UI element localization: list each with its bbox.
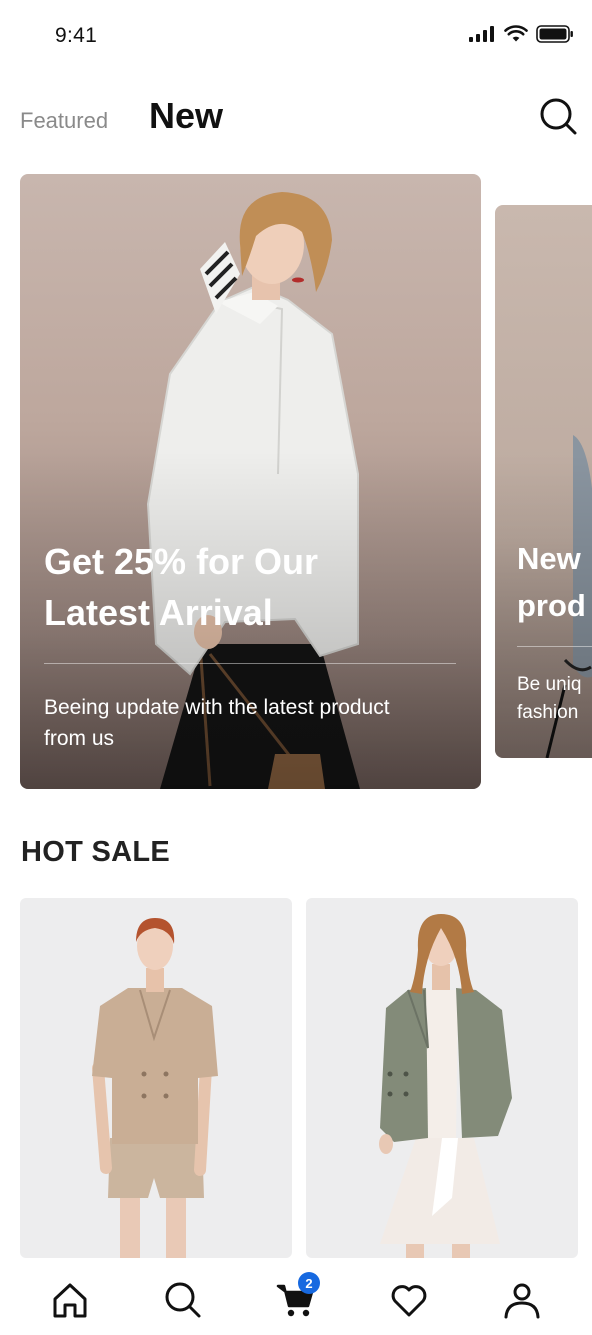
- banner-title-line: Latest Arrival: [44, 592, 273, 633]
- tab-favorites[interactable]: [387, 1278, 431, 1322]
- product-photo: [379, 914, 512, 1258]
- banner-card[interactable]: New prod Be uniq fashion: [495, 205, 592, 758]
- status-icons: [468, 25, 574, 43]
- tab-home[interactable]: [48, 1278, 92, 1322]
- product-photo: [92, 918, 218, 1258]
- banner-subtitle-line: Beeing update with the latest product: [44, 696, 390, 719]
- signal-icon: [469, 26, 494, 42]
- tab-new[interactable]: New: [149, 95, 223, 137]
- tab-profile[interactable]: [500, 1278, 544, 1322]
- product-card[interactable]: [306, 898, 578, 1258]
- banner-title-line: prod: [517, 588, 586, 623]
- search-icon[interactable]: [538, 96, 578, 136]
- product-grid: [0, 898, 592, 1258]
- heart-icon: [391, 1285, 427, 1317]
- product-card[interactable]: [20, 898, 292, 1258]
- banner-divider: [44, 663, 456, 664]
- cart-badge: 2: [298, 1272, 320, 1294]
- banner-subtitle-line: from us: [44, 727, 115, 750]
- banner-title-line: Get 25% for Our: [44, 541, 319, 582]
- battery-icon: [536, 25, 573, 43]
- status-time: 9:41: [55, 24, 98, 47]
- banner-subtitle-line: fashion: [517, 702, 579, 723]
- banner-carousel[interactable]: Get 25% for Our Latest Arrival Beeing up…: [0, 174, 592, 790]
- banner-subtitle: Be uniq fashion: [517, 671, 592, 727]
- banner-title-line: New: [517, 541, 581, 576]
- banner-subtitle-line: Be uniq: [517, 674, 582, 695]
- status-bar: 9:41: [0, 0, 592, 70]
- header: Featured New: [0, 88, 592, 148]
- tab-cart[interactable]: 2: [274, 1272, 320, 1322]
- tab-featured[interactable]: Featured: [20, 108, 108, 134]
- banner-card[interactable]: Get 25% for Our Latest Arrival Beeing up…: [20, 174, 481, 789]
- user-icon: [504, 1283, 540, 1319]
- search-icon: [165, 1282, 201, 1318]
- banner-subtitle: Beeing update with the latest product fr…: [44, 692, 454, 754]
- banner-divider: [517, 646, 592, 647]
- tab-search[interactable]: [161, 1278, 205, 1322]
- banner-title: New prod: [517, 535, 592, 629]
- bottom-tab-bar: 2: [0, 1258, 592, 1335]
- banner-title: Get 25% for Our Latest Arrival: [44, 536, 374, 638]
- wifi-icon: [504, 25, 528, 42]
- home-icon: [53, 1283, 87, 1318]
- hot-sale-title: HOT SALE: [21, 836, 171, 868]
